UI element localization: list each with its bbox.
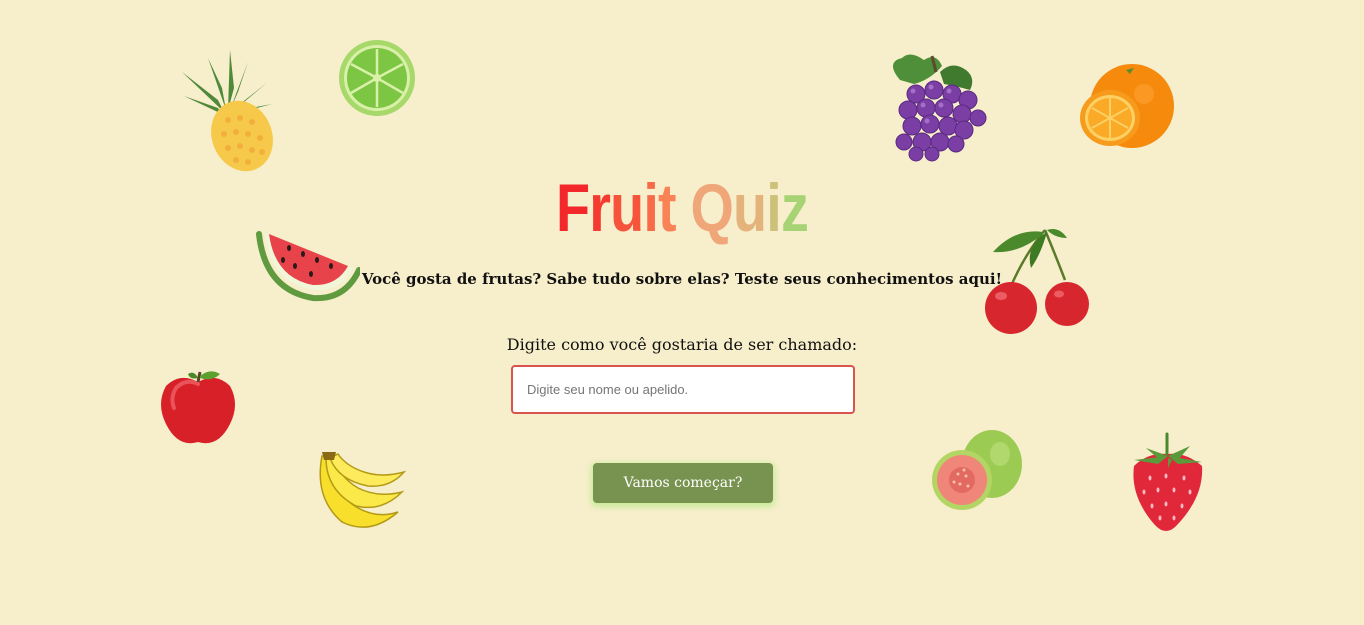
- title-letter: r: [589, 170, 611, 246]
- title-letter: u: [733, 170, 767, 246]
- title-letter: i: [643, 170, 659, 246]
- title-letter: Q: [690, 170, 734, 246]
- orange-icon: [1078, 64, 1178, 150]
- name-prompt-label: Digite como você gostaria de ser chamado…: [506, 335, 858, 354]
- start-quiz-button[interactable]: Vamos começar?: [593, 463, 773, 503]
- page-title: Fruit Quiz: [123, 168, 1241, 248]
- page-subtitle: Você gosta de frutas? Sabe tudo sobre el…: [361, 270, 1003, 288]
- title-letter: i: [766, 170, 781, 246]
- quiz-start-page: Fruit Quiz Você gosta de frutas? Sabe tu…: [0, 0, 1364, 625]
- title-letter: F: [555, 170, 590, 246]
- apple-icon: [158, 368, 238, 448]
- title-letter: t: [658, 170, 677, 246]
- title-letter: u: [610, 170, 644, 246]
- title-letter: [676, 168, 691, 248]
- title-letter: z: [780, 170, 809, 246]
- banana-icon: [312, 450, 406, 534]
- lime-icon: [337, 38, 417, 118]
- pineapple-icon: [178, 48, 278, 173]
- name-input[interactable]: [511, 365, 855, 414]
- strawberry-icon: [1126, 430, 1208, 534]
- grapes-icon: [880, 50, 990, 162]
- guava-icon: [930, 428, 1025, 512]
